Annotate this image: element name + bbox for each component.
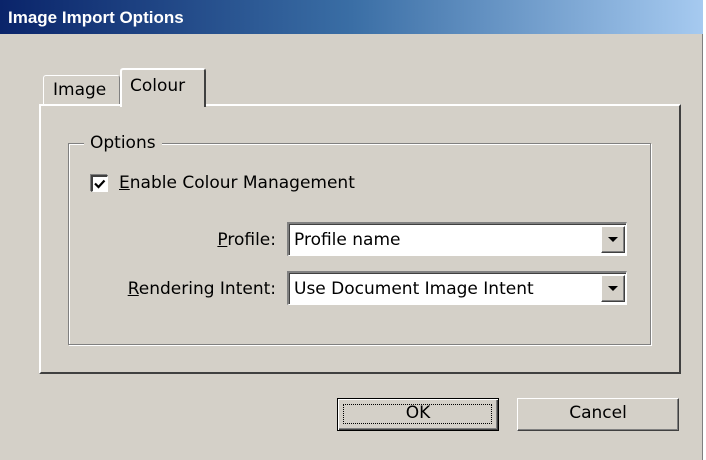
rendering-intent-label-rest: endering Intent: (138, 279, 276, 299)
tab-image[interactable]: Image (43, 75, 120, 105)
profile-select-value: Profile name (294, 230, 401, 250)
profile-mnemonic: P (217, 230, 228, 250)
rendering-intent-dropdown-button[interactable] (601, 275, 625, 302)
tab-image-label: Image (53, 80, 107, 100)
profile-select[interactable]: Profile name (287, 222, 627, 256)
rendering-intent-label: Rendering Intent: (128, 278, 276, 300)
rendering-intent-select-value: Use Document Image Intent (294, 279, 534, 299)
checkmark-icon (94, 179, 106, 189)
profile-dropdown-button[interactable] (601, 226, 625, 253)
image-import-options-dialog: Image Import Options Image Colour Option… (0, 0, 703, 460)
tab-colour-label: Colour (130, 76, 186, 96)
chevron-down-icon (608, 286, 618, 291)
chevron-down-icon (608, 237, 618, 242)
profile-label-rest: rofile: (227, 230, 276, 250)
rendering-intent-mnemonic: R (127, 279, 139, 299)
enable-mnemonic: E (119, 173, 130, 193)
cancel-button[interactable]: Cancel (517, 398, 679, 431)
ok-button-label: OK (405, 403, 431, 423)
rendering-intent-select[interactable]: Use Document Image Intent (287, 271, 627, 305)
cancel-button-label: Cancel (569, 403, 627, 423)
profile-label: Profile: (217, 229, 276, 251)
enable-colour-management-label[interactable]: Enable Colour Management (119, 172, 355, 194)
enable-colour-management-checkbox[interactable] (91, 175, 108, 192)
options-group-legend: Options (84, 132, 162, 154)
tab-colour[interactable]: Colour (120, 68, 206, 107)
ok-button[interactable]: OK (337, 398, 499, 431)
enable-label-rest: nable Colour Management (129, 173, 355, 193)
window-title: Image Import Options (8, 8, 184, 27)
title-bar[interactable]: Image Import Options (0, 0, 703, 34)
